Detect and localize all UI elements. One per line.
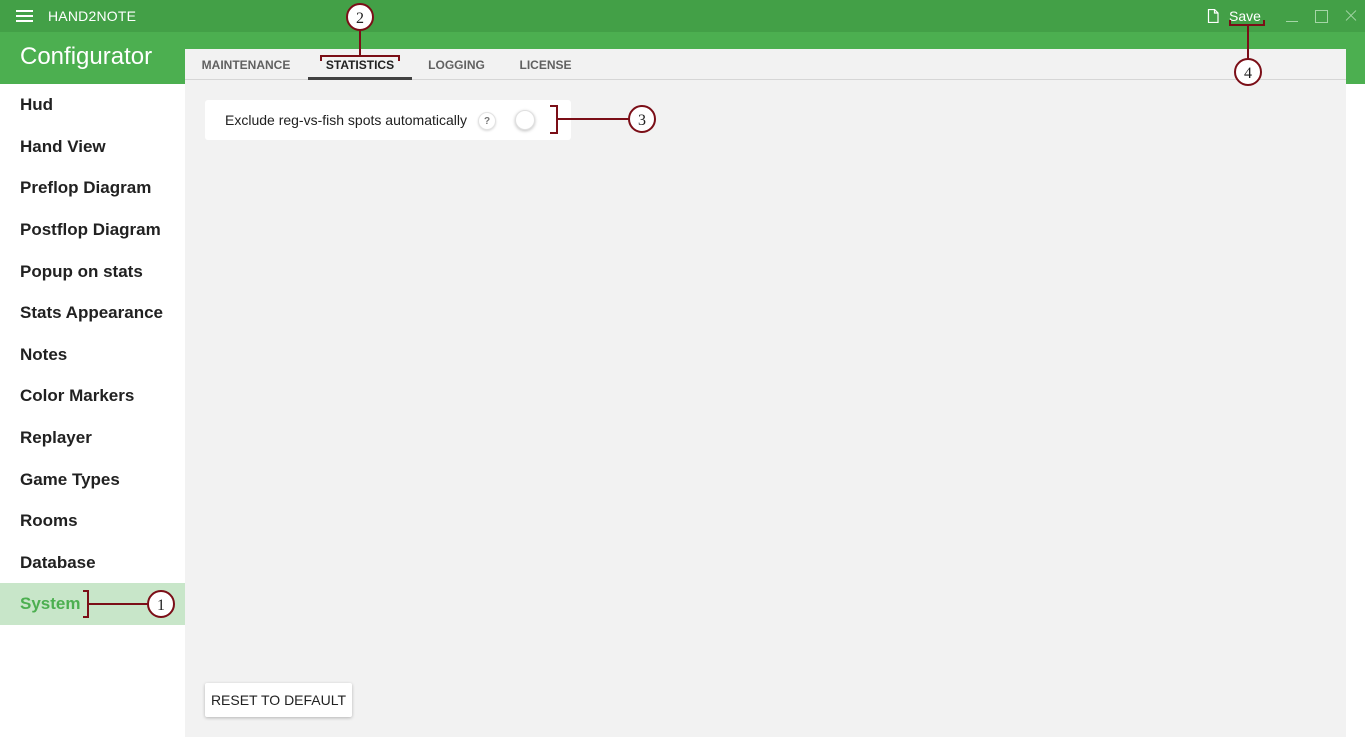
tab-maintenance[interactable]: MAINTENANCE: [185, 49, 307, 80]
tab-statistics[interactable]: STATISTICS: [308, 49, 412, 80]
sidebar-item-preflop-diagram[interactable]: Preflop Diagram: [0, 167, 185, 209]
sidebar-item-stats-appearance[interactable]: Stats Appearance: [0, 292, 185, 334]
maximize-button[interactable]: [1313, 8, 1329, 24]
setting-label: Exclude reg-vs-fish spots automatically: [225, 112, 467, 128]
sidebar-item-postflop-diagram[interactable]: Postflop Diagram: [0, 209, 185, 251]
sidebar: Hud Hand View Preflop Diagram Postflop D…: [0, 84, 185, 737]
main-content: MAINTENANCE STATISTICS LOGGING LICENSE E…: [185, 49, 1346, 737]
tab-license[interactable]: LICENSE: [501, 49, 590, 80]
app-title: HAND2NOTE: [48, 8, 137, 24]
save-label: Save: [1229, 8, 1261, 24]
sidebar-item-popup-on-stats[interactable]: Popup on stats: [0, 251, 185, 293]
exclude-reg-vs-fish-toggle[interactable]: [515, 110, 551, 130]
save-button[interactable]: Save: [1207, 7, 1261, 25]
tab-logging[interactable]: LOGGING: [412, 49, 501, 80]
sidebar-item-hud[interactable]: Hud: [0, 84, 185, 126]
sidebar-item-database[interactable]: Database: [0, 542, 185, 584]
minimize-button[interactable]: [1284, 8, 1300, 24]
tab-bar: MAINTENANCE STATISTICS LOGGING LICENSE: [185, 49, 1346, 80]
page-title: Configurator: [20, 43, 153, 70]
hamburger-menu-icon[interactable]: [16, 9, 33, 23]
reset-to-default-button[interactable]: RESET TO DEFAULT: [205, 683, 352, 717]
sidebar-item-system[interactable]: System: [0, 583, 185, 625]
toggle-knob: [515, 110, 535, 130]
sidebar-item-rooms[interactable]: Rooms: [0, 500, 185, 542]
close-button[interactable]: [1343, 8, 1359, 24]
setting-exclude-reg-vs-fish: Exclude reg-vs-fish spots automatically …: [205, 100, 571, 140]
sidebar-item-replayer[interactable]: Replayer: [0, 417, 185, 459]
sidebar-item-notes[interactable]: Notes: [0, 334, 185, 376]
title-bar: HAND2NOTE Save: [0, 0, 1365, 32]
document-icon: [1207, 9, 1219, 23]
sidebar-item-game-types[interactable]: Game Types: [0, 459, 185, 501]
sidebar-item-hand-view[interactable]: Hand View: [0, 126, 185, 168]
sidebar-item-color-markers[interactable]: Color Markers: [0, 375, 185, 417]
help-icon[interactable]: ?: [478, 112, 496, 130]
